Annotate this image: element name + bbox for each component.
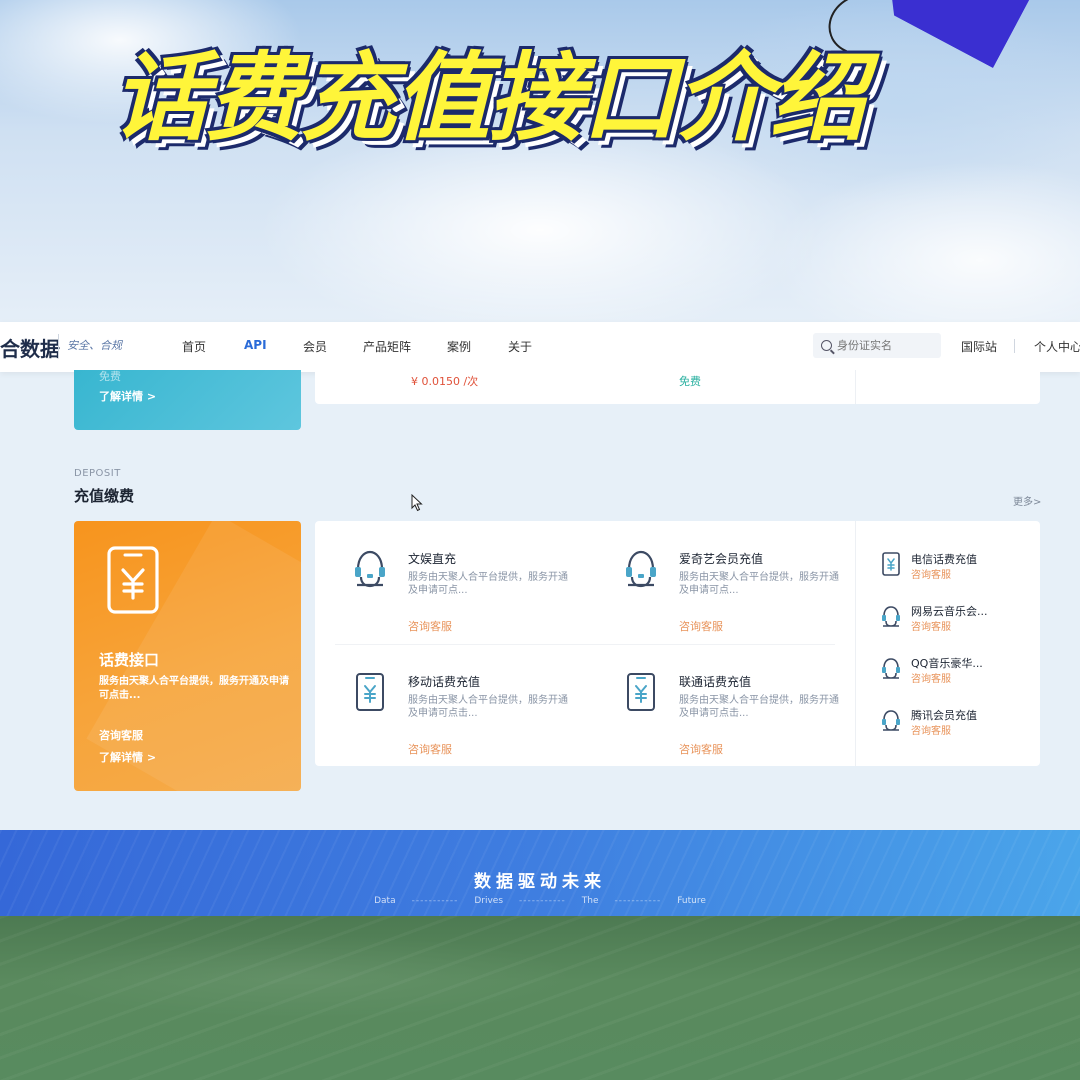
previous-feature-card: 免费 了解详情 >	[74, 370, 301, 430]
side-product-consult-link[interactable]: 咨询客服	[911, 670, 951, 685]
product-card[interactable]: 文娱直充 服务由天聚人合平台提供，服务开通及申请可点... 咨询客服	[353, 549, 603, 649]
feature-card-phone-recharge[interactable]: 话费接口 服务由天聚人合平台提供，服务开通及申请可点击... 咨询客服 了解详情…	[74, 521, 301, 791]
section-more-link[interactable]: 更多>	[1013, 493, 1041, 508]
side-product-title: 电信话费充值	[911, 553, 977, 566]
banner-title: 数据驱动未来	[474, 872, 606, 892]
previous-card-label: 免费	[99, 370, 121, 383]
product-consult-link[interactable]: 咨询客服	[679, 741, 723, 757]
top-navbar: 合数据 安全、合规 首页 API 会员 产品矩阵 案例 关于 国际站 个人中心	[0, 322, 1080, 372]
product-card[interactable]: 联通话费充值 服务由天聚人合平台提供，服务开通及申请可点击... 咨询客服	[624, 672, 874, 772]
product-title: 联通话费充值	[679, 675, 752, 689]
banner-word: The	[581, 896, 599, 906]
support-agent-icon	[355, 550, 385, 588]
product-consult-link[interactable]: 咨询客服	[408, 741, 452, 757]
product-card[interactable]: 爱奇艺会员充值 服务由天聚人合平台提供，服务开通及申请可点... 咨询客服	[624, 549, 874, 649]
feature-more-link[interactable]: 了解详情 >	[99, 749, 156, 765]
brand-logo[interactable]: 合数据	[0, 333, 60, 362]
product-title: 文娱直充	[408, 552, 457, 566]
banner-subtitle: Data ----------- Drives ----------- The -----…	[0, 896, 1080, 906]
support-agent-icon	[882, 658, 900, 679]
nav-divider	[1014, 339, 1015, 353]
support-agent-icon	[882, 606, 900, 627]
banner-dash: -----------	[519, 896, 566, 906]
nav-product-matrix[interactable]: 产品矩阵	[363, 338, 411, 355]
support-agent-icon	[882, 710, 900, 731]
nav-about[interactable]: 关于	[508, 338, 532, 355]
price-label: ¥ 0.0150 /次	[411, 375, 479, 388]
side-product-consult-link[interactable]: 咨询客服	[911, 566, 951, 581]
side-product-title: 腾讯会员充值	[911, 709, 977, 722]
banner-word: Data	[374, 896, 396, 906]
fabric-background	[0, 916, 1080, 1080]
product-consult-link[interactable]: 咨询客服	[408, 618, 452, 634]
nav-membership[interactable]: 会员	[303, 338, 327, 355]
section-en-label: DEPOSIT	[74, 468, 121, 479]
side-product-title: QQ音乐豪华...	[911, 657, 983, 670]
search-icon	[821, 340, 832, 351]
side-product-consult-link[interactable]: 咨询客服	[911, 722, 951, 737]
nav-user-center[interactable]: 个人中心	[1034, 338, 1080, 355]
product-description: 服务由天聚人合平台提供，服务开通及申请可点击...	[408, 695, 568, 719]
side-product-item[interactable]: 电信话费充值 咨询客服	[880, 551, 1030, 591]
brand-slogan: 安全、合规	[58, 334, 122, 358]
product-title: 爱奇艺会员充值	[679, 552, 764, 566]
product-title: 移动话费充值	[408, 675, 481, 689]
phone-yuan-icon	[107, 546, 159, 614]
banner-dash: -----------	[614, 896, 662, 906]
products-panel: 文娱直充 服务由天聚人合平台提供，服务开通及申请可点... 咨询客服 爱奇艺会员…	[315, 521, 1040, 766]
panel-divider	[855, 370, 856, 404]
side-product-consult-link[interactable]: 咨询客服	[911, 618, 951, 633]
phone-yuan-icon	[882, 552, 900, 576]
banner-word: Drives	[474, 896, 504, 906]
product-card[interactable]: 移动话费充值 服务由天聚人合平台提供，服务开通及申请可点击... 咨询客服	[353, 672, 603, 772]
banner-dash: -----------	[411, 896, 459, 906]
product-description: 服务由天聚人合平台提供，服务开通及申请可点...	[679, 572, 839, 596]
nav-home[interactable]: 首页	[182, 338, 206, 355]
search-input[interactable]	[837, 339, 937, 352]
nav-international[interactable]: 国际站	[961, 338, 997, 355]
previous-card-more-link[interactable]: 了解详情 >	[99, 388, 156, 404]
product-description: 服务由天聚人合平台提供，服务开通及申请可点...	[408, 572, 568, 596]
section-title: 充值缴费	[74, 487, 135, 505]
mouse-cursor-icon	[411, 494, 423, 512]
nav-api[interactable]: API	[244, 338, 267, 352]
feature-title: 话费接口	[99, 651, 160, 669]
free-label: 免费	[679, 375, 701, 388]
phone-yuan-icon	[627, 673, 655, 711]
slogan-banner: 数据驱动未来 Data ----------- Drives ----------- T…	[0, 830, 1080, 916]
side-product-title: 网易云音乐会...	[911, 605, 988, 618]
banner-word: Future	[677, 896, 706, 906]
feature-consult-link[interactable]: 咨询客服	[99, 727, 143, 743]
hero-title: 话费充值接口介绍	[112, 42, 866, 154]
side-product-item[interactable]: QQ音乐豪华... 咨询客服	[880, 655, 1030, 695]
side-product-item[interactable]: 腾讯会员充值 咨询客服	[880, 707, 1030, 747]
feature-description: 服务由天聚人合平台提供，服务开通及申请可点击...	[99, 676, 289, 701]
search-box[interactable]	[813, 333, 941, 358]
support-agent-icon	[626, 550, 656, 588]
product-consult-link[interactable]: 咨询客服	[679, 618, 723, 634]
phone-yuan-icon	[356, 673, 384, 711]
product-description: 服务由天聚人合平台提供，服务开通及申请可点击...	[679, 695, 839, 719]
nav-cases[interactable]: 案例	[447, 338, 471, 355]
previous-products-panel: ¥ 0.0150 /次 免费	[315, 370, 1040, 404]
side-product-item[interactable]: 网易云音乐会... 咨询客服	[880, 603, 1030, 643]
